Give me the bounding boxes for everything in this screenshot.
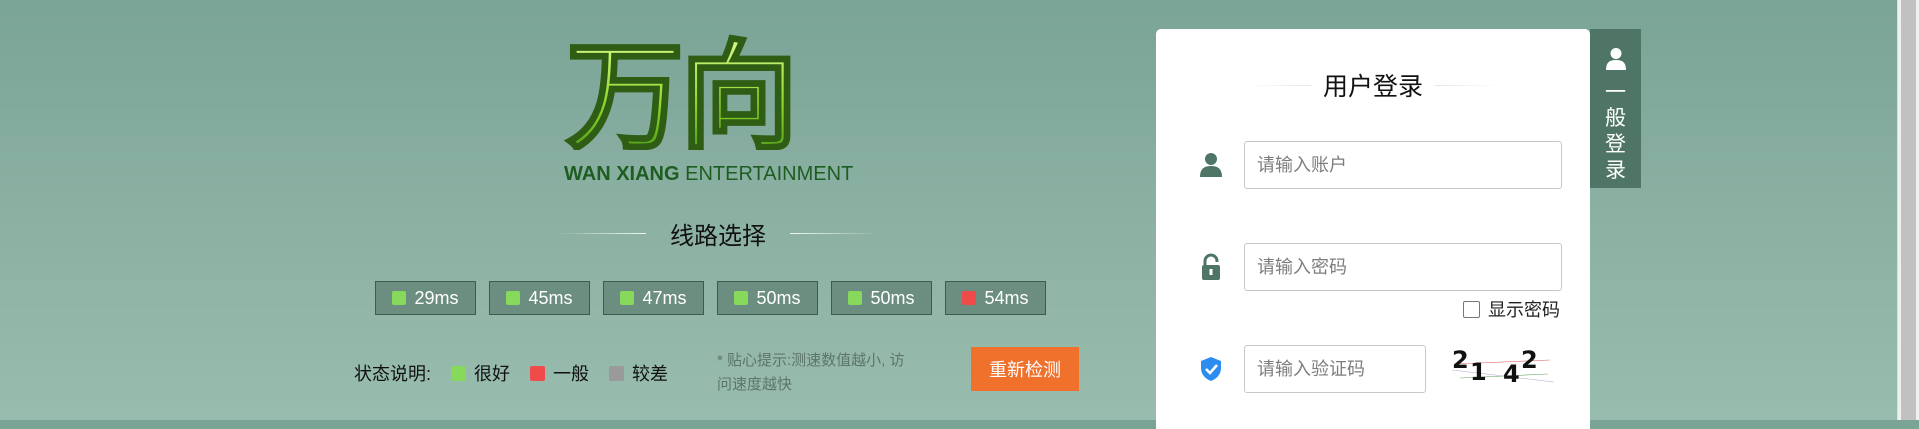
legend-swatch [451,365,467,381]
divider [558,232,646,234]
route-button[interactable]: 45ms [489,281,590,315]
password-input[interactable] [1244,243,1562,291]
route-section-title: 线路选择 [558,215,878,251]
status-indicator [734,291,749,305]
route-button[interactable]: 54ms [945,281,1046,315]
route-list: 29ms 45ms 47ms 50ms 50ms 54ms [375,281,1046,315]
login-title-text: 用户登录 [1323,73,1424,101]
captcha-image[interactable]: 2 1 4 2 [1450,344,1556,394]
tab-general-login[interactable]: 一般登录 [1590,29,1641,188]
route-latency: 50ms [870,287,915,308]
legend-item: 较差 [609,360,668,386]
logo-sub-light: ENTERTAINMENT [685,163,854,185]
legend-item-label: 很好 [474,364,511,384]
status-indicator [506,291,521,305]
status-legend: 状态说明: 很好 一般 较差 [354,360,668,386]
captcha-digit: 2 [1521,346,1538,374]
scrollbar-thumb[interactable] [1901,0,1916,420]
tab-general-login-label: 一般登录 [1605,81,1626,182]
lock-icon [1196,252,1226,282]
route-button[interactable]: 50ms [717,281,818,315]
login-panel: 用户登录 显示密码 [1156,29,1590,429]
route-button[interactable]: 47ms [603,281,704,315]
route-button[interactable]: 29ms [375,281,476,315]
speed-tip: * 贴心提示:测速数值越小, 访问速度越快 [717,352,905,393]
brand-logo: 万向 WAN XIANG ENTERTAINMENT [560,30,870,185]
legend-item-label: 较差 [632,364,669,384]
captcha-digit: 4 [1503,360,1520,388]
legend-item: 一般 [530,360,589,386]
show-password-checkbox[interactable] [1463,300,1480,318]
captcha-input[interactable] [1244,345,1426,393]
recheck-button[interactable]: 重新检测 [971,347,1079,391]
password-row [1196,243,1562,291]
route-latency: 54ms [984,287,1029,308]
logo-subtitle: WAN XIANG ENTERTAINMENT [564,163,853,186]
status-indicator [392,291,407,305]
shield-check-icon [1196,354,1226,384]
logo-wordmark: 万向 [565,30,800,150]
legend-item: 很好 [451,360,510,386]
login-title: 用户登录 [1246,65,1501,105]
captcha-digit: 2 [1452,346,1469,374]
legend-swatch [609,365,625,381]
page-scrollbar[interactable] [1897,0,1919,420]
legend-swatch [530,365,546,381]
logo-sub-bold: WAN XIANG [564,163,680,185]
status-indicator [962,291,977,305]
status-indicator [848,291,863,305]
route-button[interactable]: 50ms [831,281,932,315]
account-input[interactable] [1244,141,1562,189]
user-icon [1196,150,1226,180]
route-latency: 29ms [414,287,459,308]
route-latency: 50ms [756,287,801,308]
show-password-toggle[interactable]: 显示密码 [1463,296,1560,322]
status-indicator [620,291,635,305]
route-latency: 45ms [528,287,573,308]
legend-label: 状态说明: [354,364,432,384]
route-latency: 47ms [642,287,687,308]
route-title-text: 线路选择 [670,222,766,250]
divider [1435,84,1501,86]
account-row [1196,141,1562,189]
person-icon [1605,47,1627,76]
captcha-digit: 1 [1470,358,1487,386]
legend-item-label: 一般 [553,364,590,384]
divider [790,232,878,234]
show-password-label: 显示密码 [1488,300,1560,320]
divider [1246,84,1311,86]
captcha-row [1196,345,1426,393]
logo-chars: 万向 [566,30,794,150]
